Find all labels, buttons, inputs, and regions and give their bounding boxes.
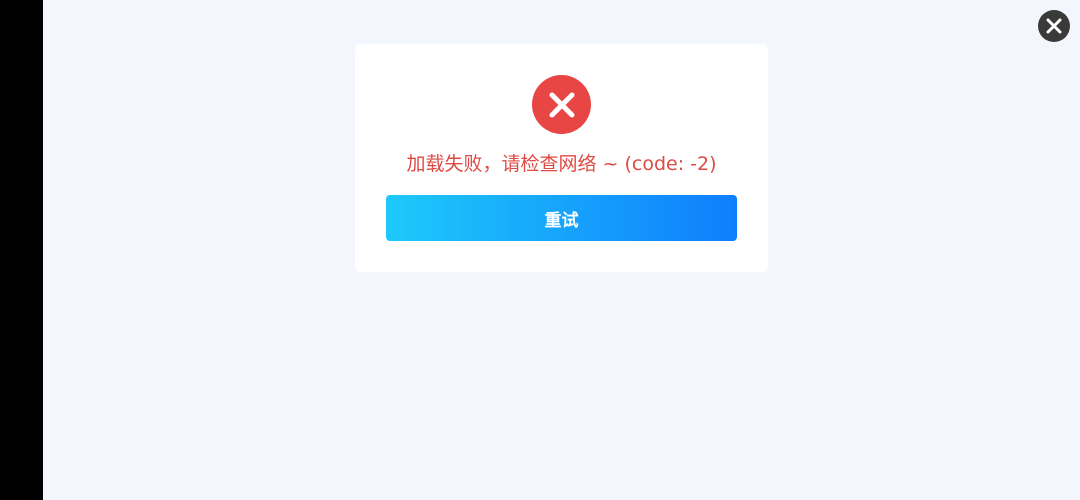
retry-button[interactable]: 重试: [386, 195, 737, 241]
error-message: 加载失败，请检查网络 ~ (code: -2): [406, 153, 717, 175]
close-icon: [1046, 18, 1062, 34]
close-button[interactable]: [1038, 10, 1070, 42]
error-card: 加载失败，请检查网络 ~ (code: -2) 重试: [355, 44, 768, 272]
left-edge-bar: [0, 0, 43, 500]
error-x-icon: [532, 75, 591, 134]
